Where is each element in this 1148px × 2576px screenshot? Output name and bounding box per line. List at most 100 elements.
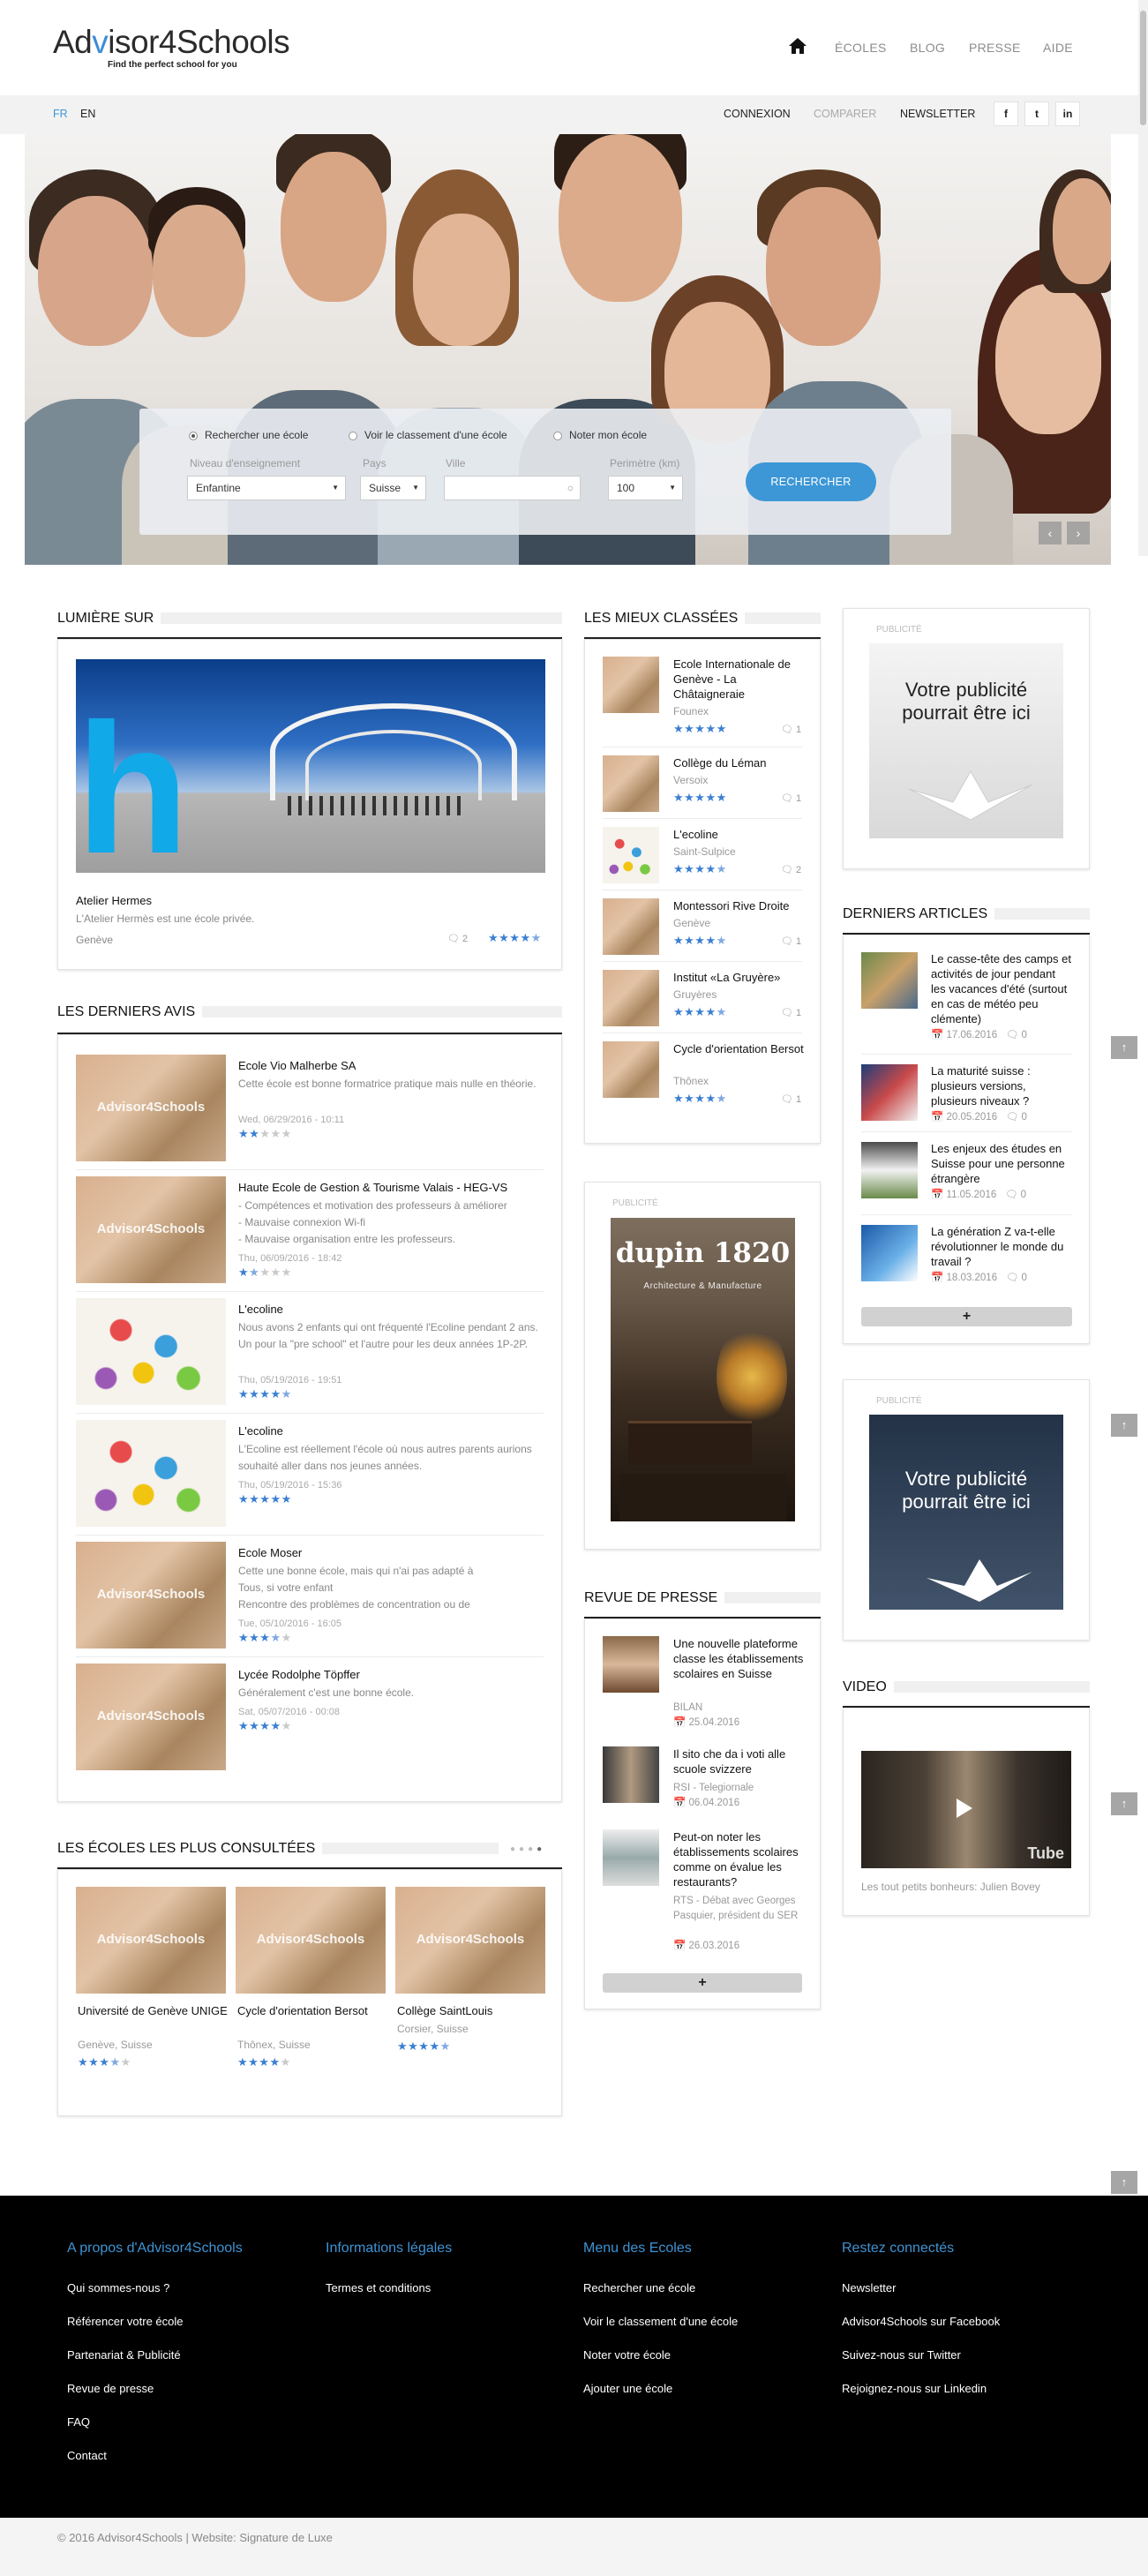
press-thumbnail[interactable] (603, 1746, 659, 1803)
article-thumbnail[interactable] (861, 1225, 918, 1281)
school-thumbnail[interactable] (603, 657, 659, 713)
school-name[interactable]: Cycle d'orientation Bersot (673, 1041, 806, 1056)
facebook-icon[interactable]: f (994, 101, 1018, 126)
footer-link[interactable]: Partenariat & Publicité (67, 2348, 181, 2362)
review-thumbnail[interactable]: Advisor4Schools (76, 1542, 226, 1648)
comparer-link[interactable]: COMPARER (814, 108, 876, 120)
school-thumbnail[interactable] (603, 827, 659, 883)
pub-1-image[interactable]: Votre publicité pourrait être ici (869, 643, 1063, 838)
niveau-select[interactable]: Enfantine ▼ (187, 476, 346, 500)
linkedin-icon[interactable]: in (1055, 101, 1080, 126)
page-scrollbar[interactable] (1138, 0, 1148, 556)
review-thumbnail[interactable] (76, 1298, 226, 1405)
school-comments[interactable]: 🗨 1 (781, 724, 801, 735)
search-button[interactable]: RECHERCHER (746, 462, 876, 501)
review-school-name[interactable]: Ecole Vio Malherbe SA (238, 1058, 543, 1073)
pub-dupin-image[interactable]: dupin 1820 Architecture & Manufacture (611, 1218, 795, 1521)
school-comments[interactable]: 🗨 1 (781, 935, 801, 947)
footer-link[interactable]: Rechercher une école (583, 2281, 695, 2294)
school-thumbnail[interactable] (603, 970, 659, 1026)
school-name[interactable]: Collège SaintLouis (397, 2003, 547, 2018)
school-name[interactable]: Montessori Rive Droite (673, 898, 806, 913)
footer-link[interactable]: Ajouter une école (583, 2382, 672, 2395)
back-to-top-button[interactable]: ↑ (1111, 1036, 1137, 1059)
nav-aide[interactable]: AIDE (1043, 41, 1073, 55)
lumiere-comments[interactable]: 🗨 2 (447, 933, 468, 944)
review-thumbnail[interactable]: Advisor4Schools (76, 1055, 226, 1161)
article-thumbnail[interactable] (861, 1142, 918, 1198)
school-comments[interactable]: 🗨 1 (781, 1093, 801, 1105)
lang-en[interactable]: EN (80, 108, 95, 120)
article-title[interactable]: Le casse-tête des camps et activités de … (931, 951, 1072, 1026)
site-logo[interactable]: Advisor4Schools Find the perfect school … (53, 25, 318, 78)
article-title[interactable]: La maturité suisse : plusieurs versions,… (931, 1063, 1072, 1108)
press-title[interactable]: Une nouvelle plateforme classe les établ… (673, 1636, 806, 1681)
footer-link[interactable]: Advisor4Schools sur Facebook (842, 2315, 1000, 2328)
footer-link[interactable]: Voir le classement d'une école (583, 2315, 738, 2328)
radio-classement[interactable]: Voir le classement d'une école (349, 429, 507, 441)
back-to-top-button[interactable]: ↑ (1111, 2171, 1137, 2194)
pays-select[interactable]: Suisse ▼ (360, 476, 426, 500)
footer-link[interactable]: Suivez-nous sur Twitter (842, 2348, 961, 2362)
carousel-dots[interactable]: ●●●● (510, 1844, 545, 1854)
play-icon[interactable] (957, 1799, 972, 1818)
review-school-name[interactable]: L'ecoline (238, 1302, 543, 1317)
prev-slide-arrow[interactable]: ‹ (1039, 522, 1062, 544)
nav-blog[interactable]: BLOG (910, 41, 945, 55)
school-name[interactable]: Collège du Léman (673, 755, 806, 770)
lumiere-title[interactable]: Atelier Hermes (76, 893, 152, 908)
school-name[interactable]: Ecole Internationale de Genève - La Chât… (673, 657, 806, 702)
radio-rechercher[interactable]: Rechercher une école (189, 429, 308, 441)
articles-more-button[interactable]: + (861, 1307, 1072, 1326)
school-thumbnail[interactable]: Advisor4Schools (395, 1887, 545, 1994)
article-thumbnail[interactable] (861, 952, 918, 1009)
twitter-icon[interactable]: t (1024, 101, 1049, 126)
school-thumbnail[interactable]: Advisor4Schools (236, 1887, 386, 1994)
connexion-link[interactable]: CONNEXION (724, 108, 791, 120)
press-thumbnail[interactable] (603, 1636, 659, 1693)
school-name[interactable]: Institut «La Gruyère» (673, 970, 806, 985)
review-thumbnail[interactable] (76, 1420, 226, 1527)
home-icon[interactable] (788, 37, 807, 55)
nav-presse[interactable]: PRESSE (969, 41, 1021, 55)
press-title[interactable]: Il sito che da i voti alle scuole svizze… (673, 1746, 806, 1776)
school-thumbnail[interactable]: Advisor4Schools (76, 1887, 226, 1994)
ville-input[interactable]: ○ (444, 476, 581, 500)
school-thumbnail[interactable] (603, 1041, 659, 1098)
article-title[interactable]: La génération Z va-t-elle révolutionner … (931, 1224, 1072, 1269)
press-title[interactable]: Peut-on noter les établissements scolair… (673, 1829, 806, 1889)
school-name[interactable]: L'ecoline (673, 827, 806, 842)
article-thumbnail[interactable] (861, 1064, 918, 1121)
video-player[interactable]: Tube (861, 1751, 1071, 1868)
review-school-name[interactable]: Lycée Rodolphe Töpffer (238, 1667, 543, 1682)
footer-link[interactable]: Termes et conditions (326, 2281, 431, 2294)
footer-link[interactable]: Qui sommes-nous ? (67, 2281, 169, 2294)
lumiere-image[interactable]: h (76, 659, 545, 873)
footer-link[interactable]: Contact (67, 2449, 107, 2462)
video-caption[interactable]: Les tout petits bonheurs: Julien Bovey (861, 1880, 1040, 1895)
school-comments[interactable]: 🗨 1 (781, 1007, 801, 1018)
footer-link[interactable]: Revue de presse (67, 2382, 154, 2395)
radio-noter[interactable]: Noter mon école (553, 429, 647, 441)
article-title[interactable]: Les enjeux des études en Suisse pour une… (931, 1141, 1072, 1186)
footer-link[interactable]: Rejoignez-nous sur Linkedin (842, 2382, 987, 2395)
perimetre-select[interactable]: 100 ▼ (608, 476, 683, 500)
school-comments[interactable]: 🗨 2 (781, 864, 801, 875)
review-school-name[interactable]: Haute Ecole de Gestion & Tourisme Valais… (238, 1180, 543, 1195)
press-thumbnail[interactable] (603, 1829, 659, 1886)
newsletter-link[interactable]: NEWSLETTER (900, 108, 975, 120)
footer-link[interactable]: Noter votre école (583, 2348, 671, 2362)
lang-fr[interactable]: FR (53, 108, 68, 120)
school-name[interactable]: Cycle d'orientation Bersot (237, 2003, 387, 2018)
back-to-top-button[interactable]: ↑ (1111, 1792, 1137, 1815)
review-school-name[interactable]: L'ecoline (238, 1423, 543, 1438)
school-thumbnail[interactable] (603, 755, 659, 812)
review-thumbnail[interactable]: Advisor4Schools (76, 1664, 226, 1770)
next-slide-arrow[interactable]: › (1067, 522, 1090, 544)
school-comments[interactable]: 🗨 1 (781, 792, 801, 804)
presse-more-button[interactable]: + (603, 1973, 802, 1993)
review-school-name[interactable]: Ecole Moser (238, 1545, 543, 1560)
footer-link[interactable]: Référencer votre école (67, 2315, 184, 2328)
school-thumbnail[interactable] (603, 898, 659, 955)
review-thumbnail[interactable]: Advisor4Schools (76, 1176, 226, 1283)
